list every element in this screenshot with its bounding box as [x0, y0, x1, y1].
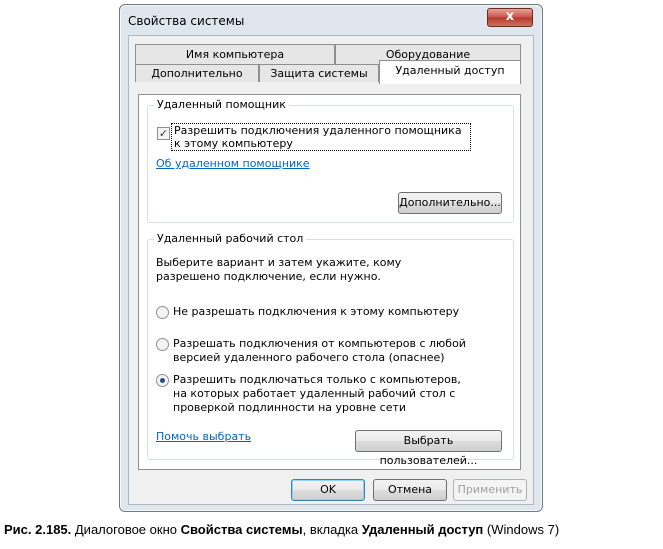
about-remote-assistance-link[interactable]: Об удаленном помощнике	[156, 157, 310, 170]
system-properties-dialog: Свойства системы x Имя компьютера Оборуд…	[119, 4, 543, 512]
caption-text-3: (Windows 7)	[483, 522, 560, 537]
allow-remote-assistance-label[interactable]: Разрешить подключения удаленного помощни…	[171, 123, 471, 151]
radio-selected-dot	[160, 378, 165, 383]
tab-advanced[interactable]: Дополнительно	[135, 64, 259, 82]
figure-caption: Рис. 2.185. Диалоговое окно Свойства сис…	[4, 522, 559, 537]
advanced-button[interactable]: Дополнительно...	[398, 192, 502, 214]
window-title: Свойства системы	[128, 14, 245, 28]
caption-prefix: Рис. 2.185.	[4, 522, 72, 537]
caption-text-2: , вкладка	[302, 522, 362, 537]
option-allow-nla-only-label[interactable]: Разрешить подключаться только с компьюте…	[173, 373, 473, 415]
remote-desktop-description: Выберите вариант и затем укажите, кому р…	[156, 256, 402, 283]
ok-button[interactable]: OK	[291, 479, 365, 501]
close-button[interactable]: x	[487, 8, 533, 27]
radio-allow-nla-only[interactable]	[156, 374, 169, 387]
tab-system-protection[interactable]: Защита системы	[259, 64, 379, 82]
caption-bold-2: Удаленный доступ	[361, 522, 484, 537]
help-choose-link[interactable]: Помочь выбрать	[156, 430, 251, 443]
radio-deny-connections[interactable]	[156, 306, 169, 319]
cancel-button[interactable]: Отмена	[373, 479, 447, 501]
remote-desktop-group: Удаленный рабочий стол Выберите вариант …	[147, 232, 514, 467]
allow-remote-assistance-checkbox[interactable]: ✓	[157, 127, 170, 140]
caption-bold-1: Свойства системы	[180, 522, 303, 537]
title-bar[interactable]: Свойства системы x	[120, 5, 542, 35]
remote-assistance-group: Удаленный помощник ✓ Разрешить подключен…	[147, 98, 514, 223]
tab-remote[interactable]: Удаленный доступ	[379, 60, 521, 84]
tab-computer-name[interactable]: Имя компьютера	[135, 44, 335, 64]
radio-allow-any-version[interactable]	[156, 338, 169, 351]
remote-desktop-group-label: Удаленный рабочий стол	[154, 232, 307, 245]
option-allow-any-version-label[interactable]: Разрешать подключения от компьютеров с л…	[173, 337, 493, 365]
option-deny-connections-label[interactable]: Не разрешать подключения к этому компьют…	[173, 305, 503, 319]
remote-assistance-group-label: Удаленный помощник	[154, 98, 289, 111]
select-users-button[interactable]: Выбрать пользователей...	[355, 430, 502, 467]
caption-text-1: Диалоговое окно	[71, 522, 181, 537]
apply-button[interactable]: Применить	[453, 479, 527, 501]
dialog-client-area: Имя компьютера Оборудование Дополнительн…	[128, 35, 534, 505]
remote-tab-page: Удаленный помощник ✓ Разрешить подключен…	[138, 94, 521, 470]
